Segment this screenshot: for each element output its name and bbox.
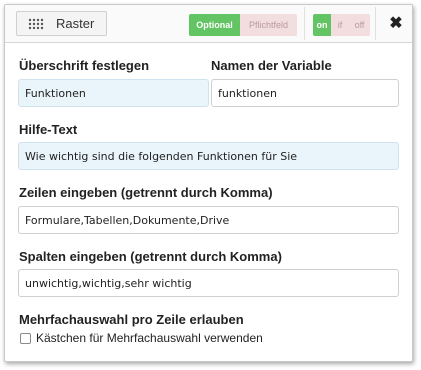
multi-select-label: Mehrfachauswahl pro Zeile erlauben	[19, 312, 244, 327]
editor-toolbar: Raster Optional Pflichtfeld on if off ✖	[5, 5, 412, 43]
rows-input[interactable]	[18, 206, 399, 234]
multi-select-checkbox[interactable]	[20, 332, 31, 344]
multi-select-checkbox-label[interactable]: Kästchen für Mehrfachauswahl verwenden	[36, 331, 263, 345]
off-option[interactable]: off	[349, 14, 370, 36]
columns-input[interactable]	[18, 269, 399, 297]
toolbar-divider	[375, 7, 376, 40]
grid-icon	[24, 18, 48, 30]
variable-name-input[interactable]	[211, 79, 399, 107]
close-icon[interactable]: ✖	[386, 13, 406, 33]
required-toggle: Optional Pflichtfeld	[189, 14, 297, 36]
help-text-input[interactable]	[18, 142, 399, 170]
question-type-label: Raster	[56, 16, 95, 31]
heading-label: Überschrift festlegen	[19, 58, 150, 73]
variable-name-label: Namen der Variable	[211, 58, 332, 73]
on-option[interactable]: on	[313, 14, 331, 36]
question-type-button[interactable]: Raster	[16, 11, 107, 36]
on-if-off-toggle: on if off	[313, 14, 370, 36]
optional-option[interactable]: Optional	[189, 14, 240, 36]
heading-input[interactable]	[18, 79, 209, 107]
columns-label: Spalten eingeben (getrennt durch Komma)	[19, 249, 282, 264]
question-editor-panel: Raster Optional Pflichtfeld on if off ✖ …	[4, 4, 413, 362]
help-text-label: Hilfe-Text	[19, 122, 78, 137]
if-option[interactable]: if	[331, 14, 349, 36]
rows-label: Zeilen eingeben (getrennt durch Komma)	[19, 185, 273, 200]
toolbar-divider	[304, 7, 305, 40]
required-option[interactable]: Pflichtfeld	[240, 14, 297, 36]
multi-select-option: Kästchen für Mehrfachauswahl verwenden	[20, 331, 263, 345]
